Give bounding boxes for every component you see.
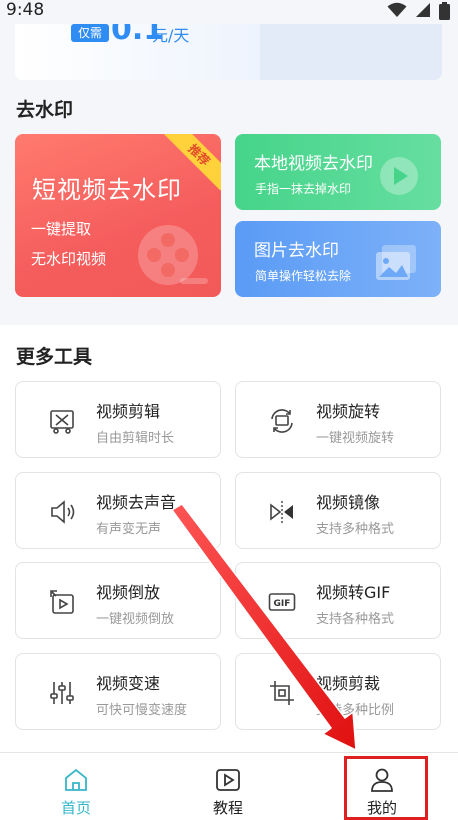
tool-video-mute[interactable]: 视频去声音 有声变无声 — [15, 472, 221, 549]
tool-video-crop[interactable]: 视频剪裁 支持多种比例 — [235, 653, 441, 730]
tool-name: 视频转GIF — [316, 583, 391, 602]
tool-video-gif[interactable]: GIF 视频转GIF 支持各种格式 — [235, 562, 441, 639]
tools-section-title: 更多工具 — [16, 346, 93, 368]
tool-name: 视频镜像 — [316, 493, 381, 512]
status-icons — [384, 2, 450, 20]
local-card-title: 本地视频去水印 — [254, 154, 373, 174]
tool-name: 视频剪辑 — [96, 402, 161, 421]
tab-home[interactable]: 首页 — [0, 753, 152, 820]
crop-icon — [270, 681, 294, 705]
local-card-subtitle: 手指一抹去掉水印 — [255, 182, 352, 196]
tool-name: 视频倒放 — [96, 583, 161, 602]
gif-icon-text: GIF — [274, 599, 291, 609]
tab-tutorial-label: 教程 — [212, 799, 243, 817]
section-divider — [0, 316, 458, 325]
main-card-line1: 一键提取 — [31, 220, 92, 238]
speed-sliders-icon — [50, 682, 74, 704]
local-video-watermark-card[interactable]: 本地视频去水印 手指一抹去掉水印 — [235, 134, 441, 210]
home-icon — [65, 768, 87, 791]
tool-desc: 支持多种格式 — [316, 522, 395, 537]
vip-banner[interactable]: 仅需 0.1 元/天 — [15, 24, 442, 80]
tab-tutorial[interactable]: 教程 — [152, 753, 304, 820]
tool-desc: 有声变无声 — [96, 522, 162, 537]
tool-name: 视频剪裁 — [316, 674, 381, 693]
watermark-section-title: 去水印 — [16, 99, 74, 121]
tool-name: 视频变速 — [96, 674, 161, 693]
reverse-play-icon — [50, 590, 74, 614]
tool-desc: 一键视频倒放 — [96, 612, 175, 627]
battery-icon — [439, 2, 450, 20]
tool-desc: 自由剪辑时长 — [96, 431, 175, 446]
tool-desc: 一键视频旋转 — [316, 431, 395, 446]
tool-video-cut[interactable]: 视频剪辑 自由剪辑时长 — [15, 381, 221, 458]
tool-desc: 支持各种格式 — [316, 612, 395, 627]
image-watermark-card[interactable]: 图片去水印 简单操作轻松去除 — [235, 221, 441, 297]
annotation-highlight-box — [344, 756, 428, 820]
status-time: 9:48 — [6, 0, 45, 20]
main-card-title: 短视频去水印 — [32, 176, 182, 204]
vip-banner-decoration — [260, 24, 442, 80]
tool-video-rotate[interactable]: 视频旋转 一键视频旋转 — [235, 381, 441, 458]
tool-name: 视频去声音 — [96, 493, 177, 512]
short-video-watermark-card[interactable]: 推荐 短视频去水印 一键提取 无水印视频 — [15, 134, 221, 297]
film-reel-icon — [138, 225, 208, 285]
vip-unit: 元/天 — [152, 26, 190, 45]
rotate-icon — [271, 409, 293, 433]
tool-desc: 可快可慢变速度 — [96, 703, 188, 718]
wifi-icon — [387, 2, 407, 17]
status-bar: 9:48 — [0, 0, 458, 24]
play-tutorial-icon — [216, 769, 240, 791]
tool-desc: 支持多种比例 — [316, 703, 395, 718]
tool-video-mirror[interactable]: 视频镜像 支持多种格式 — [235, 472, 441, 549]
signal-icon — [415, 3, 430, 17]
gif-icon: GIF — [268, 593, 296, 611]
vip-tag: 仅需 — [71, 24, 110, 42]
tool-video-reverse[interactable]: 视频倒放 一键视频倒放 — [15, 562, 221, 639]
image-card-subtitle: 简单操作轻松去除 — [255, 269, 352, 283]
image-card-title: 图片去水印 — [254, 241, 339, 261]
picture-icon — [376, 245, 416, 280]
mute-icon — [51, 500, 75, 524]
play-circle-icon — [380, 157, 418, 195]
main-card-line2: 无水印视频 — [31, 250, 107, 268]
tab-home-label: 首页 — [60, 799, 91, 817]
mirror-icon — [270, 501, 293, 523]
tool-video-speed[interactable]: 视频变速 可快可慢变速度 — [15, 653, 221, 730]
video-cut-icon — [50, 410, 74, 434]
tool-name: 视频旋转 — [316, 402, 381, 421]
